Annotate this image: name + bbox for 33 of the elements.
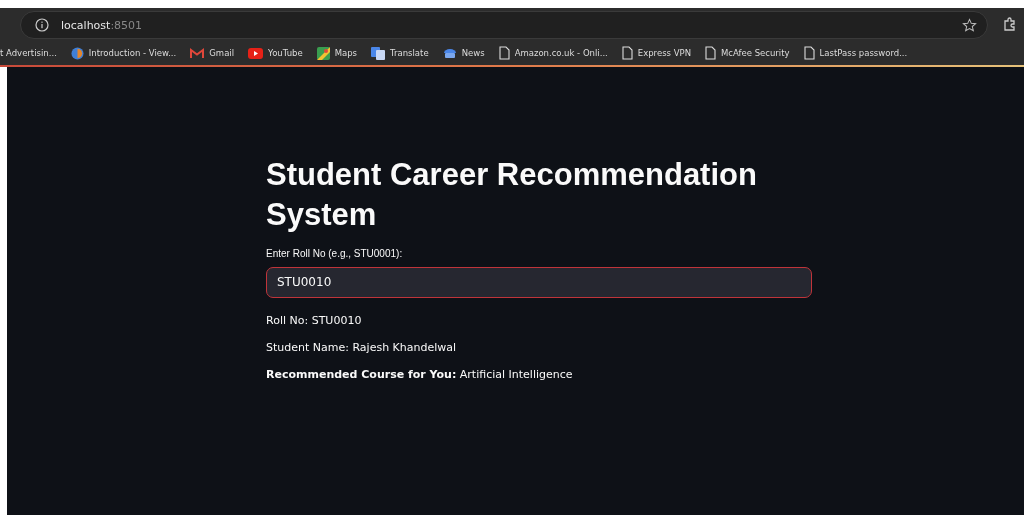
bookmark[interactable]: Amazon.co.uk - Onli... xyxy=(498,46,608,60)
page-title: Student Career Recommendation System xyxy=(266,156,758,235)
bookmark[interactable]: LastPass password... xyxy=(803,46,908,60)
result-text: Roll No: STU0010 xyxy=(266,313,363,327)
bookmark[interactable]: YouTube xyxy=(248,47,303,59)
bookmark[interactable]: News xyxy=(442,47,485,59)
play-icon xyxy=(248,47,264,59)
bookmark[interactable]: Gmail xyxy=(190,47,235,59)
mail-icon xyxy=(190,47,205,59)
input-label: Enter Roll No (e.g., STU0001): xyxy=(266,247,404,259)
star-icon[interactable] xyxy=(962,17,977,33)
result-text: Recommended Course for You: Artificial Intelligence xyxy=(266,367,574,381)
page-icon xyxy=(803,46,815,60)
news-icon xyxy=(442,47,457,59)
map-icon xyxy=(316,46,330,60)
roll-number-field[interactable]: STU0010 xyxy=(266,266,812,298)
address-bar[interactable]: localhost:8501 xyxy=(20,11,988,39)
bookmark[interactable]: Introduction - View... xyxy=(70,46,177,60)
globe-icon xyxy=(70,46,84,60)
page-icon xyxy=(705,46,716,60)
translate-icon xyxy=(371,46,386,60)
page-icon xyxy=(621,46,633,60)
bookmark[interactable]: Translate xyxy=(371,46,429,60)
url-port: :8501 xyxy=(110,18,143,32)
result-text: Student Name: Rajesh Khandelwal xyxy=(266,340,458,354)
bookmark[interactable]: McAfee Security xyxy=(705,46,790,60)
info-icon[interactable] xyxy=(35,18,49,32)
extension-icon[interactable] xyxy=(1002,17,1016,33)
bookmark[interactable]: Express VPN xyxy=(621,46,691,60)
page-icon xyxy=(498,46,510,60)
bookmark[interactable]: t Advertisin... xyxy=(0,48,57,58)
bookmark[interactable]: Maps xyxy=(316,46,358,60)
url-host: localhost xyxy=(61,18,111,32)
